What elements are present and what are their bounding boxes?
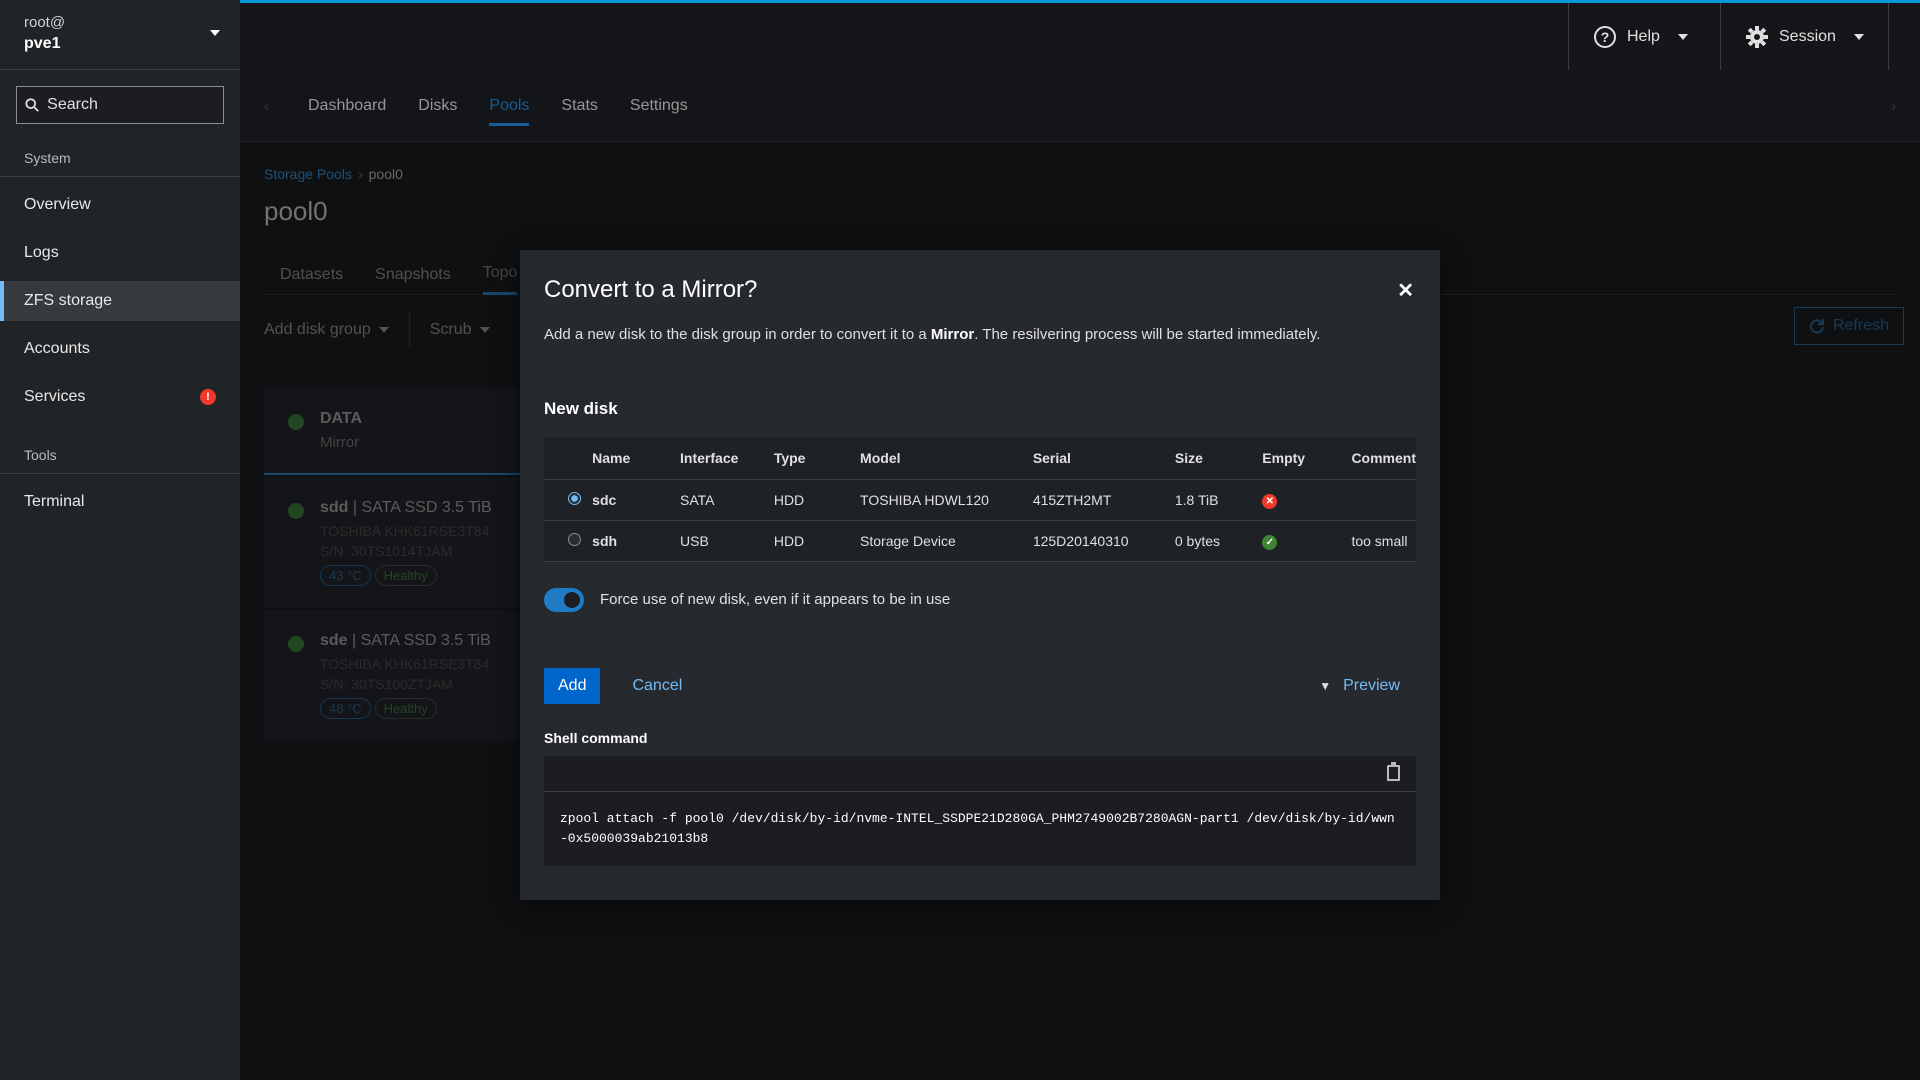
cell-size: 0 bytes	[1174, 520, 1263, 562]
nav-divider	[0, 176, 240, 177]
host-name: pve1	[24, 35, 61, 52]
row-select-cell	[544, 479, 593, 521]
cell-serial: 415ZTH2MT	[1032, 479, 1175, 521]
error-circle-icon: ✕	[1262, 493, 1278, 509]
nav-section-tools: Tools	[24, 447, 57, 463]
radio-selected[interactable]	[568, 491, 581, 505]
table-row[interactable]: sdc SATA HDD TOSHIBA HDWL120 415ZTH2MT 1…	[544, 479, 1416, 521]
session-menu[interactable]: Session	[1720, 3, 1889, 70]
disk-table: Name Interface Type Model Serial Size Em…	[544, 437, 1416, 562]
dialog-description: Add a new disk to the disk group in orde…	[544, 326, 1416, 343]
shell-command-block: zpool attach -f pool0 /dev/disk/by-id/nv…	[544, 755, 1416, 866]
shell-command-label: Shell command	[544, 729, 648, 746]
sidebar: root@ pve1 System Overview Logs ZFS stor…	[0, 0, 240, 1080]
column-header: Empty	[1262, 437, 1352, 480]
add-button[interactable]: Add	[544, 667, 601, 704]
check-circle-icon: ✓	[1262, 534, 1278, 550]
desc-text: . The resilvering process will be starte…	[974, 326, 1321, 343]
cell-serial: 125D20140310	[1032, 520, 1175, 562]
radio-unselected[interactable]	[568, 532, 581, 546]
table-row[interactable]: sdh USB HDD Storage Device 125D20140310 …	[544, 520, 1416, 562]
cell-model: Storage Device	[860, 520, 1033, 562]
search-icon	[25, 98, 39, 112]
table-header: Name Interface Type Model Serial Size Em…	[544, 437, 1416, 480]
cell-comment: too small	[1351, 520, 1416, 562]
cancel-button[interactable]: Cancel	[632, 677, 682, 695]
cell-name: sdc	[592, 479, 681, 521]
cell-type: HDD	[773, 479, 861, 521]
cell-empty: ✕	[1262, 479, 1352, 521]
cell-interface: USB	[680, 520, 774, 562]
nav-item-label: Accounts	[24, 340, 90, 357]
cell-comment	[1351, 479, 1416, 521]
column-header: Name	[592, 437, 681, 480]
nav-item-label: Terminal	[24, 493, 85, 510]
column-header: Size	[1174, 437, 1263, 480]
preview-toggle[interactable]: ▼ Preview	[1319, 677, 1400, 695]
desc-bold: Mirror	[930, 326, 975, 343]
nav-item-terminal[interactable]: Terminal	[0, 482, 240, 522]
column-header: Serial	[1032, 437, 1175, 480]
convert-mirror-dialog: Convert to a Mirror? ✕ Add a new disk to…	[520, 250, 1440, 900]
help-icon: ?	[1594, 25, 1616, 48]
nav-item-label: Services	[24, 388, 86, 405]
cell-model: TOSHIBA HDWL120	[860, 479, 1033, 521]
desc-text: Add a new disk to the disk group in orde…	[544, 326, 931, 343]
cell-type: HDD	[773, 520, 861, 562]
chevron-down-icon: ▼	[1319, 678, 1332, 693]
force-toggle-row: Force use of new disk, even if it appear…	[544, 587, 1416, 612]
gear-icon	[1746, 25, 1768, 48]
help-label: Help	[1627, 27, 1660, 45]
nav-item-label: ZFS storage	[24, 292, 113, 309]
nav-item-label: Overview	[24, 196, 91, 213]
row-select-cell	[544, 520, 593, 562]
nav-item-overview[interactable]: Overview	[0, 185, 240, 225]
column-header: Type	[773, 437, 861, 480]
close-icon[interactable]: ✕	[1397, 278, 1414, 303]
alert-icon: !	[200, 389, 216, 405]
cell-interface: SATA	[680, 479, 774, 521]
nav-item-zfs-storage[interactable]: ZFS storage	[0, 281, 240, 321]
cell-empty: ✓	[1262, 520, 1352, 562]
preview-label: Preview	[1343, 676, 1400, 694]
force-toggle[interactable]	[544, 587, 584, 612]
shell-command-text: zpool attach -f pool0 /dev/disk/by-id/nv…	[560, 810, 1395, 846]
column-header: Comment	[1351, 437, 1416, 480]
session-label: Session	[1779, 27, 1836, 45]
nav-item-services[interactable]: Services!	[0, 377, 240, 417]
cell-name: sdh	[592, 520, 681, 562]
nav-item-logs[interactable]: Logs	[0, 233, 240, 273]
svg-text:?: ?	[1601, 29, 1610, 45]
column-header: Interface	[680, 437, 774, 480]
search-input[interactable]	[47, 96, 215, 114]
top-bar: ? Help Session	[240, 0, 1920, 70]
dialog-actions: Add Cancel ▼ Preview	[544, 667, 1416, 704]
force-toggle-label: Force use of new disk, even if it appear…	[600, 591, 951, 608]
caret-down-icon	[210, 30, 220, 36]
nav-item-label: Logs	[24, 244, 59, 261]
shell-header	[544, 756, 1416, 792]
caret-down-icon	[1853, 33, 1864, 40]
search-box[interactable]	[16, 86, 224, 124]
host-selector[interactable]: root@ pve1	[0, 0, 240, 70]
cell-size: 1.8 TiB	[1174, 479, 1263, 521]
host-user: root@	[24, 14, 66, 31]
nav-section-system: System	[24, 150, 71, 166]
help-menu[interactable]: ? Help	[1568, 3, 1712, 70]
dialog-title: Convert to a Mirror?	[544, 276, 758, 303]
section-title: New disk	[544, 399, 618, 418]
nav-divider	[0, 473, 240, 474]
column-header: Model	[860, 437, 1033, 480]
nav-item-accounts[interactable]: Accounts	[0, 329, 240, 369]
caret-down-icon	[1677, 33, 1688, 40]
column-header-select	[544, 437, 593, 480]
copy-icon[interactable]	[1387, 761, 1400, 781]
